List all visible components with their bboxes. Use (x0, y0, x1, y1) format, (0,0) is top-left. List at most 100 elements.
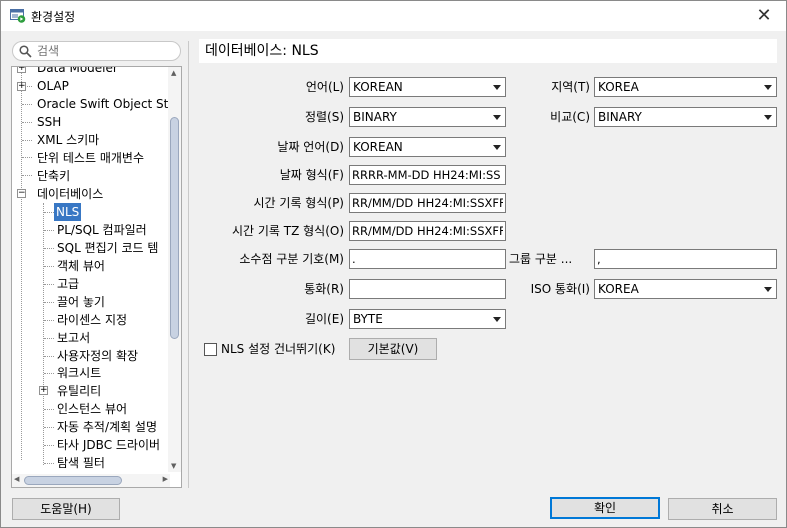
date-format-label: 날짜 형식(F) (279, 168, 344, 182)
page-title: 데이터베이스: NLS (199, 39, 777, 63)
tree-connector (44, 409, 54, 410)
app-icon (10, 9, 26, 23)
chevron-down-icon (493, 145, 501, 150)
tree-horizontal-scrollbar[interactable]: ◀ ▶ (12, 474, 170, 487)
tree-connector (44, 373, 54, 374)
tree-item-drag-drop[interactable]: 끌어 놓기 (55, 293, 107, 311)
tree-item-plsql-compiler[interactable]: PL/SQL 컴파일러 (55, 221, 149, 239)
timestamp-tz-format-label: 시간 기록 TZ 형식(O) (231, 224, 344, 238)
tree-connector (44, 230, 54, 231)
currency-label: 통화(R) (304, 282, 344, 296)
territory-label: 지역(T) (551, 80, 590, 94)
tree-item-user-extensions[interactable]: 사용자정의 확장 (55, 347, 140, 365)
tree-item-shortcut-keys[interactable]: 단축키 (35, 167, 72, 185)
tree-vertical-scrollbar[interactable]: ▲ ▼ (168, 67, 181, 472)
date-format-field[interactable] (349, 165, 506, 185)
tree-connector (22, 140, 32, 141)
territory-select[interactable]: KOREA (594, 77, 777, 97)
expand-icon[interactable]: + (17, 82, 26, 91)
tree-item-worksheet[interactable]: 워크시트 (55, 364, 103, 382)
tree-item-object-viewer[interactable]: 객체 뷰어 (55, 257, 107, 275)
scroll-right-icon[interactable]: ▶ (163, 475, 168, 483)
date-language-label: 날짜 언어(D) (277, 140, 344, 154)
iso-currency-label: ISO 통화(I) (530, 282, 590, 296)
tree-item-autotrace[interactable]: 자동 추적/계획 설명 (55, 418, 159, 436)
tree-item-sql-editor-templates[interactable]: SQL 편집기 코드 템 (55, 239, 160, 257)
search-icon (19, 45, 32, 58)
defaults-button[interactable]: 기본값(V) (349, 338, 437, 360)
tree-connector (22, 104, 32, 105)
currency-field[interactable] (349, 279, 506, 299)
search-input[interactable] (37, 43, 177, 59)
scroll-thumb[interactable] (170, 117, 179, 339)
chevron-down-icon (764, 287, 772, 292)
tree-item-instance-viewer[interactable]: 인스턴스 뷰어 (55, 400, 129, 418)
close-icon: ✕ (756, 5, 772, 26)
help-button[interactable]: 도움말(H) (12, 498, 120, 520)
chevron-down-icon (493, 85, 501, 90)
tree-item-ssh[interactable]: SSH (35, 113, 63, 131)
expand-icon[interactable]: + (17, 67, 26, 73)
tree-item-xml-schema[interactable]: XML 스키마 (35, 131, 101, 149)
tree-connector (44, 320, 54, 321)
chevron-down-icon (764, 115, 772, 120)
timestamp-format-label: 시간 기록 형식(P) (253, 196, 344, 210)
length-select[interactable]: BYTE (349, 309, 506, 329)
tree-item-reports[interactable]: 보고서 (55, 329, 92, 347)
expand-icon[interactable]: + (39, 386, 48, 395)
decimal-separator-field[interactable] (349, 249, 506, 269)
tree-connector (44, 356, 54, 357)
group-separator-label: 그룹 구분 ... (509, 252, 573, 266)
close-button[interactable]: ✕ (742, 1, 786, 31)
date-language-select[interactable]: KOREAN (349, 137, 506, 157)
chevron-down-icon (764, 85, 772, 90)
comparison-select[interactable]: BINARY (594, 107, 777, 127)
chevron-down-icon (493, 317, 501, 322)
tree-item-unit-test-params[interactable]: 단위 테스트 매개변수 (35, 149, 146, 167)
skip-nls-label[interactable]: NLS 설정 건너뛰기(K) (221, 339, 335, 359)
preferences-dialog: 환경설정 ✕ + D (0, 0, 787, 528)
group-separator-field[interactable] (594, 249, 777, 269)
tree-item-utilities[interactable]: 유틸리티 (55, 382, 103, 400)
comparison-label: 비교(C) (550, 110, 590, 124)
tree-connector (44, 445, 54, 446)
tree-connector (44, 302, 54, 303)
tree-item-advanced[interactable]: 고급 (55, 275, 81, 293)
length-label: 길이(E) (304, 312, 344, 326)
chevron-down-icon (493, 115, 501, 120)
timestamp-tz-format-field[interactable] (349, 221, 506, 241)
tree-connector (43, 203, 44, 465)
tree-item-olap[interactable]: OLAP (35, 77, 71, 95)
tree-item-oracle-swift[interactable]: Oracle Swift Object Sto (35, 95, 178, 113)
timestamp-format-field[interactable] (349, 193, 506, 213)
sort-select[interactable]: BINARY (349, 107, 506, 127)
decimal-separator-label: 소수점 구분 기호(M) (239, 252, 344, 266)
tree-item-nls[interactable]: NLS (54, 203, 82, 221)
tree-item-navigation-filter[interactable]: 탐색 필터 (55, 454, 107, 472)
search-box[interactable] (12, 41, 181, 61)
tree-item-database[interactable]: 데이터베이스 (35, 185, 105, 203)
window-title: 환경설정 (31, 10, 76, 24)
language-label: 언어(L) (305, 80, 344, 94)
tree-item-jdbc-drivers[interactable]: 타사 JDBC 드라이버 (55, 436, 162, 454)
scroll-thumb[interactable] (24, 476, 122, 485)
collapse-icon[interactable]: − (17, 189, 26, 198)
cancel-button[interactable]: 취소 (668, 498, 777, 520)
preferences-tree[interactable]: + Data Modeler + OLAP Oracle Swift Objec… (11, 66, 182, 488)
tree-connector (21, 67, 22, 460)
tree-connector (44, 463, 54, 464)
scroll-down-icon[interactable]: ▼ (171, 462, 176, 470)
iso-currency-select[interactable]: KOREA (594, 279, 777, 299)
tree-connector (44, 427, 54, 428)
tree-item-licensing[interactable]: 라이센스 지정 (55, 311, 129, 329)
language-select[interactable]: KOREAN (349, 77, 506, 97)
ok-button[interactable]: 확인 (550, 497, 660, 519)
tree-item-data-modeler[interactable]: Data Modeler (35, 67, 120, 77)
tree-connector (22, 122, 32, 123)
tree-connector (22, 157, 32, 158)
skip-nls-checkbox[interactable] (204, 343, 217, 356)
tree-connector (44, 284, 54, 285)
panel-splitter[interactable] (188, 41, 189, 488)
scroll-left-icon[interactable]: ◀ (14, 475, 19, 483)
scroll-up-icon[interactable]: ▲ (171, 69, 176, 77)
